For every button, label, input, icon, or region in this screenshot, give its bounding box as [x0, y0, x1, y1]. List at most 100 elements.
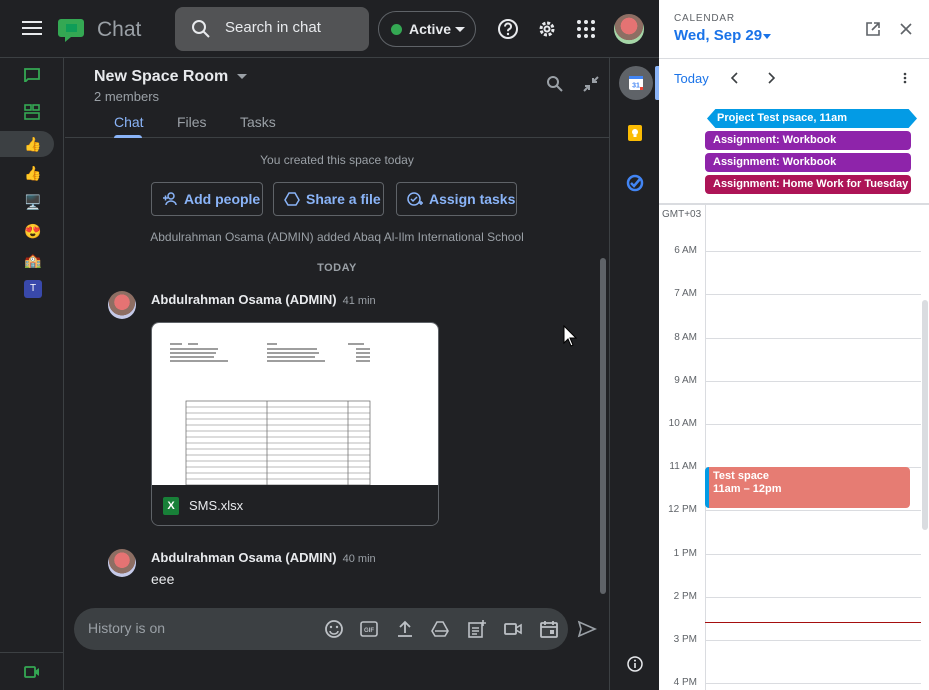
- apps-grid-icon[interactable]: [575, 18, 597, 40]
- add-doc-icon[interactable]: [467, 619, 487, 639]
- rail-space-school[interactable]: 🏫: [0, 247, 54, 273]
- hour-label: 11 AM: [669, 461, 697, 472]
- all-day-event[interactable]: Project Test psace, 11am: [707, 109, 917, 128]
- chevron-right-icon[interactable]: [765, 72, 777, 84]
- drive-icon[interactable]: [430, 619, 450, 639]
- hour-line: [705, 338, 921, 339]
- rail-space-heart-eyes[interactable]: 😍: [0, 218, 54, 244]
- hour-label: 4 PM: [673, 677, 697, 688]
- assign-tasks-label: Assign tasks: [429, 191, 516, 207]
- hour-line: [705, 381, 921, 382]
- chat-icon[interactable]: [24, 68, 40, 82]
- all-day-event[interactable]: Assignment: Home Work for Tuesday (1: [705, 175, 911, 194]
- room-title[interactable]: New Space Room: [94, 68, 228, 86]
- search-icon[interactable]: [546, 75, 564, 93]
- hour-line: [705, 424, 921, 425]
- tab-files[interactable]: Files: [177, 114, 207, 130]
- account-avatar[interactable]: [614, 14, 644, 44]
- upload-icon[interactable]: [395, 619, 415, 639]
- today-button[interactable]: Today: [674, 71, 709, 86]
- event-time: 11am – 12pm: [713, 483, 782, 495]
- space-letter-avatar: T: [24, 280, 42, 298]
- calendar-date-picker[interactable]: Wed, Sep 29: [674, 27, 762, 44]
- chevron-left-icon[interactable]: [729, 72, 741, 84]
- send-icon[interactable]: [577, 619, 597, 639]
- date-divider: TODAY: [317, 262, 357, 274]
- room-members-count[interactable]: 2 members: [94, 89, 159, 104]
- info-icon[interactable]: [627, 656, 643, 672]
- all-day-event[interactable]: Assignment: Workbook: [705, 153, 911, 172]
- hour-label: 10 AM: [668, 418, 697, 429]
- chat-scrollbar[interactable]: [600, 258, 606, 594]
- rail-space-thumbs-up-1[interactable]: 👍: [0, 131, 54, 157]
- room-tabs: Chat Files Tasks: [65, 113, 609, 138]
- file-name-row[interactable]: X SMS.xlsx: [152, 485, 438, 525]
- assign-tasks-button[interactable]: Assign tasks: [396, 182, 517, 216]
- search-box[interactable]: [175, 7, 369, 51]
- tab-chat[interactable]: Chat: [114, 114, 144, 130]
- hour-label: 9 AM: [674, 375, 697, 386]
- file-name: SMS.xlsx: [189, 498, 244, 513]
- all-day-event[interactable]: Assignment: Workbook: [705, 131, 911, 150]
- status-dropdown[interactable]: Active: [378, 11, 476, 47]
- open-in-new-icon[interactable]: [865, 21, 881, 37]
- chevron-down-icon[interactable]: [763, 34, 771, 39]
- tab-tasks[interactable]: Tasks: [240, 114, 276, 130]
- rail-space-thumbs-up-2[interactable]: 👍: [0, 160, 54, 186]
- add-person-icon: [163, 192, 177, 206]
- tasks-icon[interactable]: [626, 174, 644, 192]
- spaces-icon[interactable]: [24, 104, 40, 120]
- rail-space-t[interactable]: T: [0, 276, 54, 302]
- status-label: Active: [409, 21, 452, 37]
- share-file-button[interactable]: Share a file: [273, 182, 384, 216]
- left-rail: 👍 👍 🖥️ 😍 🏫 T: [0, 58, 64, 690]
- spreadsheet-thumbnail-icon: [170, 343, 371, 486]
- space-created-note: You created this space today: [260, 153, 414, 167]
- file-attachment-card[interactable]: X SMS.xlsx: [151, 322, 439, 526]
- avatar[interactable]: [108, 549, 136, 577]
- message-text: eee: [151, 571, 175, 587]
- message-input[interactable]: [88, 620, 288, 636]
- search-icon: [192, 20, 210, 38]
- more-vert-icon[interactable]: [899, 72, 911, 84]
- chat-logo-icon: [58, 19, 84, 42]
- help-icon[interactable]: [497, 18, 519, 40]
- drive-icon: [284, 192, 300, 206]
- keep-icon[interactable]: [627, 124, 643, 142]
- rail-space-computer[interactable]: 🖥️: [0, 189, 54, 215]
- chevron-down-icon: [455, 27, 465, 32]
- svg-text:GIF: GIF: [364, 628, 374, 634]
- event-title: Test space: [713, 470, 770, 482]
- thumbs-up-emoji-icon: 👍: [24, 164, 42, 181]
- hour-label: 1 PM: [673, 548, 697, 559]
- add-people-button[interactable]: Add people: [151, 182, 263, 216]
- collapse-icon[interactable]: [582, 75, 600, 93]
- rail-bottom-section: [0, 652, 64, 690]
- app-name: Chat: [97, 18, 142, 41]
- search-input[interactable]: [225, 19, 325, 36]
- video-meeting-icon[interactable]: [503, 619, 523, 639]
- hour-label: 7 AM: [674, 288, 697, 299]
- calendar-scrollbar[interactable]: [922, 300, 928, 530]
- hour-line: [705, 683, 921, 684]
- main-menu-icon[interactable]: [20, 17, 44, 41]
- meet-icon[interactable]: [24, 665, 40, 679]
- emoji-icon[interactable]: [324, 619, 344, 639]
- calendar-addon-button[interactable]: 31: [619, 66, 653, 100]
- timezone-label: GMT+03: [662, 209, 702, 220]
- excel-file-icon: X: [163, 497, 179, 515]
- message-sender[interactable]: Abdulrahman Osama (ADMIN) 40 min: [151, 550, 376, 565]
- calendar-invite-icon[interactable]: [539, 619, 559, 639]
- close-icon[interactable]: [898, 21, 914, 37]
- message-sender[interactable]: Abdulrahman Osama (ADMIN) 41 min: [151, 292, 376, 307]
- avatar[interactable]: [108, 291, 136, 319]
- calendar-event[interactable]: Test space 11am – 12pm: [705, 467, 910, 508]
- settings-gear-icon[interactable]: [536, 18, 558, 40]
- gif-icon[interactable]: GIF: [359, 619, 379, 639]
- computer-emoji-icon: 🖥️: [24, 193, 42, 210]
- chevron-down-icon[interactable]: [237, 74, 247, 79]
- hour-line: [705, 510, 921, 511]
- current-time-indicator: [705, 622, 921, 623]
- chat-main: New Space Room 2 members Chat Files Task…: [65, 58, 609, 690]
- add-people-label: Add people: [184, 191, 261, 207]
